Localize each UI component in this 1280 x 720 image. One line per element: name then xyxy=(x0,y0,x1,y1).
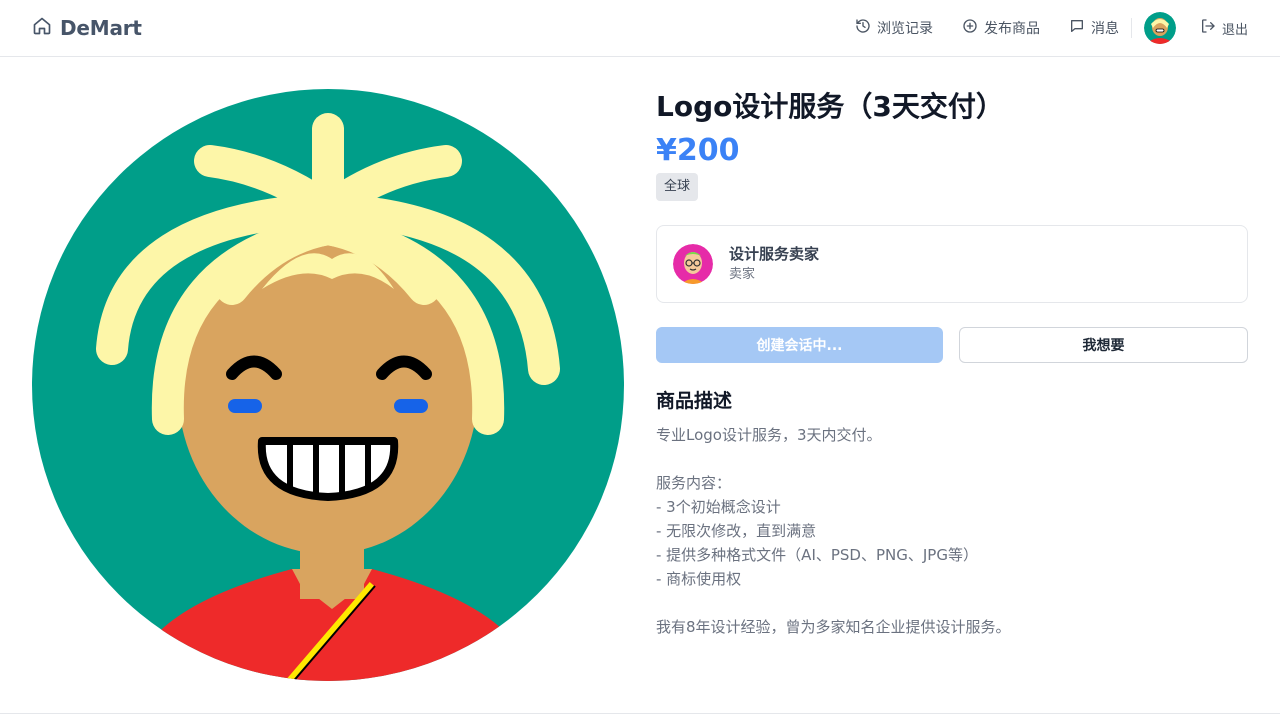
user-avatar[interactable] xyxy=(1143,12,1176,44)
seller-info: 设计服务卖家 卖家 xyxy=(729,243,819,285)
history-icon xyxy=(855,18,871,38)
seller-avatar xyxy=(673,244,713,284)
seller-role: 卖家 xyxy=(729,267,756,282)
nav-publish-label: 发布商品 xyxy=(983,21,1040,37)
seller-name: 设计服务卖家 xyxy=(729,245,820,263)
product-price: ¥200 xyxy=(656,133,740,168)
footer-divider xyxy=(0,713,1280,714)
region-badge: 全球 xyxy=(656,173,699,201)
description-text: 专业Logo设计服务，3天内交付。 服务内容： - 3个初始概念设计 - 无限次… xyxy=(656,426,1011,636)
product-details: Logo设计服务（3天交付） ¥200 全球 设计服务卖家 卖家 创建会话中..… xyxy=(656,85,1248,639)
nav-history[interactable]: 浏览记录 xyxy=(855,18,933,38)
product-image xyxy=(32,89,624,681)
nav-logout[interactable]: 退出 xyxy=(1200,18,1248,38)
top-navbar: DeMart 浏览记录 发布商品 消息 退出 xyxy=(0,0,1280,57)
nav-menu: 浏览记录 发布商品 消息 退出 xyxy=(855,0,1248,56)
start-chat-button[interactable]: 创建会话中... xyxy=(656,327,943,363)
seller-card[interactable]: 设计服务卖家 卖家 xyxy=(656,225,1248,303)
nav-messages[interactable]: 消息 xyxy=(1069,18,1119,38)
action-buttons: 创建会话中... 我想要 xyxy=(656,327,1248,363)
nav-messages-label: 消息 xyxy=(1090,21,1119,37)
brand-link[interactable]: DeMart xyxy=(32,14,142,42)
plus-circle-icon xyxy=(962,18,978,38)
description-heading: 商品描述 xyxy=(656,390,733,412)
want-button[interactable]: 我想要 xyxy=(959,327,1248,363)
message-icon xyxy=(1069,18,1085,38)
nav-logout-label: 退出 xyxy=(1221,22,1248,38)
logout-icon xyxy=(1200,18,1216,38)
nav-publish[interactable]: 发布商品 xyxy=(962,18,1040,38)
home-icon xyxy=(32,16,52,40)
product-title: Logo设计服务（3天交付） xyxy=(656,90,1004,123)
brand-name: DeMart xyxy=(60,16,142,40)
nav-divider xyxy=(1130,18,1132,38)
nav-history-label: 浏览记录 xyxy=(876,21,933,37)
